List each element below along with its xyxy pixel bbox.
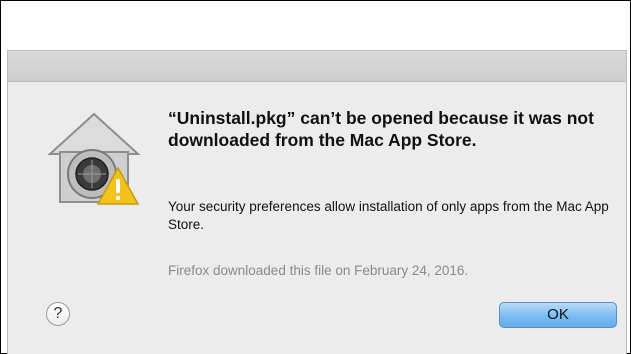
house-lock-warning-icon <box>47 112 141 205</box>
dialog-headline: “Uninstall.pkg” can’t be opened because … <box>168 108 594 150</box>
download-source-note: Firefox downloaded this file on February… <box>168 263 469 278</box>
gatekeeper-icon <box>44 108 144 208</box>
warning-exclamation-dot <box>116 196 120 200</box>
dialog-informative-text: Your security preferences allow installa… <box>168 199 609 232</box>
warning-exclamation-bar <box>116 179 120 193</box>
screenshot-frame: “Uninstall.pkg” can’t be opened because … <box>0 0 631 354</box>
help-button[interactable]: ? <box>46 302 70 326</box>
security-alert-dialog: “Uninstall.pkg” can’t be opened because … <box>7 50 627 354</box>
ok-button[interactable]: OK <box>499 302 617 328</box>
dialog-titlebar <box>8 51 626 82</box>
house-roof <box>47 112 141 155</box>
